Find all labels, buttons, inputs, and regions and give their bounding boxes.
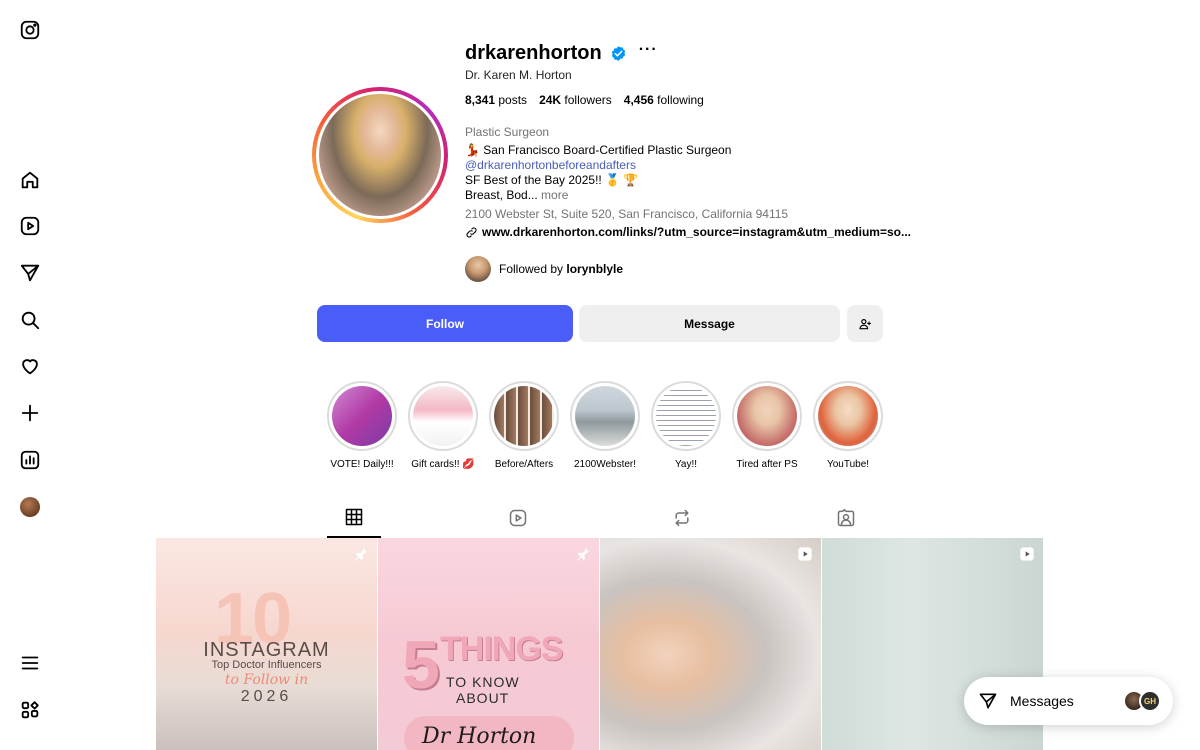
followers-count[interactable]: 24K followers	[539, 93, 612, 107]
bio-line: Breast, Bod...	[465, 188, 538, 202]
highlight-item[interactable]: Gift cards!! 💋	[408, 381, 478, 470]
highlight-cover	[494, 386, 554, 446]
post-thumbnail[interactable]: 10 INSTAGRAM Top Doctor Influencers to F…	[156, 538, 377, 750]
pin-icon	[575, 546, 591, 562]
highlight-item[interactable]: YouTube!	[813, 381, 883, 470]
highlight-label: Before/Afters	[494, 459, 554, 470]
highlight-item[interactable]: Tired after PS	[732, 381, 802, 470]
message-button[interactable]: Message	[579, 305, 840, 342]
story-highlights: VOTE! Daily!!! Gift cards!! 💋 Before/Aft…	[327, 381, 883, 470]
direct-send-icon	[979, 693, 997, 709]
search-icon[interactable]	[18, 308, 42, 332]
direct-send-icon[interactable]	[18, 261, 42, 285]
highlight-label: Gift cards!! 💋	[411, 459, 475, 470]
bio-more-link[interactable]: more	[541, 188, 568, 202]
post-text: TO KNOW	[446, 674, 520, 690]
highlight-label: Yay!!	[674, 459, 698, 470]
full-name: Dr. Karen M. Horton	[465, 68, 572, 82]
post-text: to Follow in	[224, 672, 309, 688]
external-link[interactable]: www.drkarenhorton.com/links/?utm_source=…	[465, 225, 911, 239]
highlight-cover	[656, 386, 716, 446]
category-label: Plastic Surgeon	[465, 125, 550, 139]
followed-by[interactable]: Followed by lorynblyle	[465, 256, 623, 282]
highlight-item[interactable]: Before/Afters	[489, 381, 559, 470]
post-thumbnail[interactable]: 5 THINGS TO KNOW ABOUT Dr Horton	[378, 538, 599, 750]
dashboard-icon[interactable]	[18, 448, 42, 472]
bio-mention-link[interactable]: @drkarenhortonbeforeandafters	[465, 158, 788, 173]
suggest-people-button[interactable]	[847, 305, 883, 342]
username: drkarenhorton	[465, 41, 602, 64]
avatar: GH	[1139, 690, 1161, 712]
tab-reels[interactable]	[491, 498, 545, 538]
followed-by-prefix: Followed by	[499, 262, 564, 276]
post-text: Top Doctor Influencers	[211, 659, 322, 671]
tab-reposts[interactable]	[655, 498, 709, 538]
tagged-person-icon	[837, 508, 855, 527]
verified-badge-icon	[611, 45, 625, 61]
highlight-label: VOTE! Daily!!!	[330, 459, 394, 470]
highlight-item[interactable]: 2100Webster!	[570, 381, 640, 470]
reels-icon	[509, 509, 527, 527]
highlight-label: Tired after PS	[736, 459, 798, 470]
following-count[interactable]: 4,456 following	[624, 93, 704, 107]
avatar	[20, 497, 40, 517]
post-text: ABOUT	[456, 690, 510, 706]
address[interactable]: 2100 Webster St, Suite 520, San Francisc…	[465, 207, 788, 222]
create-plus-icon[interactable]	[18, 401, 42, 425]
reel-badge-icon	[1019, 546, 1035, 562]
reels-icon[interactable]	[18, 214, 42, 238]
profile-picture	[319, 94, 441, 216]
repost-icon	[675, 509, 689, 527]
instagram-logo-icon[interactable]	[18, 18, 42, 42]
post-text: 2026	[240, 688, 293, 705]
post-text: 5	[402, 627, 440, 703]
posts-grid: 10 INSTAGRAM Top Doctor Influencers to F…	[156, 538, 1043, 750]
pin-icon	[353, 546, 369, 562]
menu-icon[interactable]	[18, 651, 42, 675]
follow-button[interactable]: Follow	[317, 305, 573, 342]
more-apps-icon[interactable]	[18, 698, 42, 722]
reel-badge-icon	[797, 546, 813, 562]
highlight-cover	[737, 386, 797, 446]
sidebar	[0, 0, 60, 750]
profile-stats: 8,341 posts 24K followers 4,456 followin…	[465, 93, 704, 107]
grid-icon	[345, 508, 363, 526]
bio-line: 💃 San Francisco Board-Certified Plastic …	[465, 143, 732, 157]
profile-picture-story-ring[interactable]	[312, 87, 448, 223]
heart-icon[interactable]	[18, 354, 42, 378]
highlight-cover	[575, 386, 635, 446]
highlight-label: YouTube!	[826, 459, 870, 470]
post-thumbnail[interactable]	[600, 538, 821, 750]
home-icon[interactable]	[18, 168, 42, 192]
messages-label: Messages	[1010, 693, 1074, 709]
tab-posts[interactable]	[327, 498, 381, 538]
highlight-cover	[818, 386, 878, 446]
avatar	[465, 256, 491, 282]
post-text: Dr Horton	[422, 724, 537, 749]
username-row: drkarenhorton ···	[465, 40, 658, 66]
profile-tabs	[156, 498, 1043, 538]
highlight-item[interactable]: VOTE! Daily!!!	[327, 381, 397, 470]
highlight-label: 2100Webster!	[573, 459, 637, 470]
options-more-icon[interactable]: ···	[639, 42, 658, 58]
link-icon	[466, 226, 477, 238]
external-link-text: www.drkarenhorton.com/links/?utm_source=…	[482, 225, 911, 239]
add-person-icon	[859, 318, 871, 329]
tab-tagged[interactable]	[819, 498, 873, 538]
highlight-cover	[332, 386, 392, 446]
highlight-cover	[413, 386, 473, 446]
bio-line: SF Best of the Bay 2025!! 🥇 🏆	[465, 173, 639, 187]
followed-by-user: lorynblyle	[566, 262, 624, 276]
bio: 💃 San Francisco Board-Certified Plastic …	[465, 143, 788, 222]
post-text: THINGS	[440, 630, 563, 668]
profile-avatar-icon[interactable]	[18, 495, 42, 519]
posts-count: 8,341 posts	[465, 93, 528, 107]
highlight-item[interactable]: Yay!!	[651, 381, 721, 470]
messages-button[interactable]: Messages GH	[964, 677, 1173, 725]
